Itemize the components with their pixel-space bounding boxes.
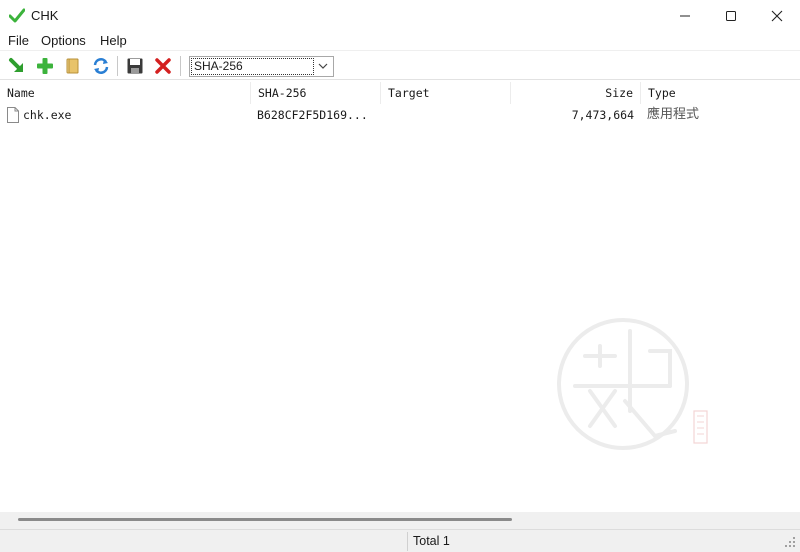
hash-algorithm-value: SHA-256 [191, 58, 314, 75]
close-icon [771, 10, 783, 22]
open-arrow-icon [9, 58, 23, 72]
toolbar-separator [180, 56, 181, 76]
file-type: 應用程式 [647, 107, 700, 122]
column-header-size[interactable]: Size [511, 82, 641, 104]
minimize-button[interactable] [662, 0, 708, 31]
hash-algorithm-select[interactable]: SHA-256 [189, 56, 334, 77]
refresh-icon [93, 58, 109, 74]
close-button[interactable] [754, 0, 800, 31]
delete-icon [155, 58, 171, 74]
resize-grip-icon[interactable] [784, 536, 796, 548]
refresh-button[interactable] [90, 55, 112, 77]
file-icon [7, 107, 19, 123]
file-name: chk.exe [23, 108, 72, 122]
column-header-type[interactable]: Type [641, 82, 800, 104]
status-bar: Total 1 [0, 529, 800, 552]
file-size: 7,473,664 [571, 108, 634, 122]
folder-icon [66, 58, 79, 74]
add-folder-button[interactable] [62, 55, 84, 77]
file-sha256: B628CF2F5D169... [257, 108, 368, 122]
delete-button[interactable] [152, 55, 174, 77]
scrollbar-thumb[interactable] [18, 518, 512, 521]
save-button[interactable] [124, 55, 146, 77]
menu-help[interactable]: Help [100, 33, 127, 48]
add-button[interactable] [34, 55, 56, 77]
minimize-icon [680, 15, 690, 17]
status-separator [407, 532, 408, 551]
toolbar: SHA-256 [0, 52, 800, 80]
open-button[interactable] [6, 55, 28, 77]
status-total: Total 1 [413, 534, 450, 548]
menu-file[interactable]: File [8, 33, 29, 48]
add-icon [37, 58, 53, 74]
toolbar-separator [117, 56, 118, 76]
maximize-button[interactable] [708, 0, 754, 31]
title-bar: CHK [0, 0, 800, 31]
column-header-name[interactable]: Name [0, 82, 251, 104]
column-header-target[interactable]: Target [381, 82, 511, 104]
watermark-seal [557, 318, 708, 450]
maximize-icon [726, 11, 736, 21]
menu-options[interactable]: Options [41, 33, 86, 48]
file-list-row[interactable]: chk.exe B628CF2F5D169... 7,473,664 應用程式 [0, 104, 800, 126]
save-icon [127, 58, 143, 74]
green-checkmark-icon [9, 8, 25, 23]
window-title: CHK [31, 8, 59, 23]
column-header-sha256[interactable]: SHA-256 [251, 82, 381, 104]
file-list-header: Name SHA-256 Target Size Type [0, 82, 800, 104]
chevron-down-icon [318, 63, 328, 69]
menu-bar: File Options Help [0, 31, 800, 51]
horizontal-scrollbar[interactable] [0, 512, 800, 529]
